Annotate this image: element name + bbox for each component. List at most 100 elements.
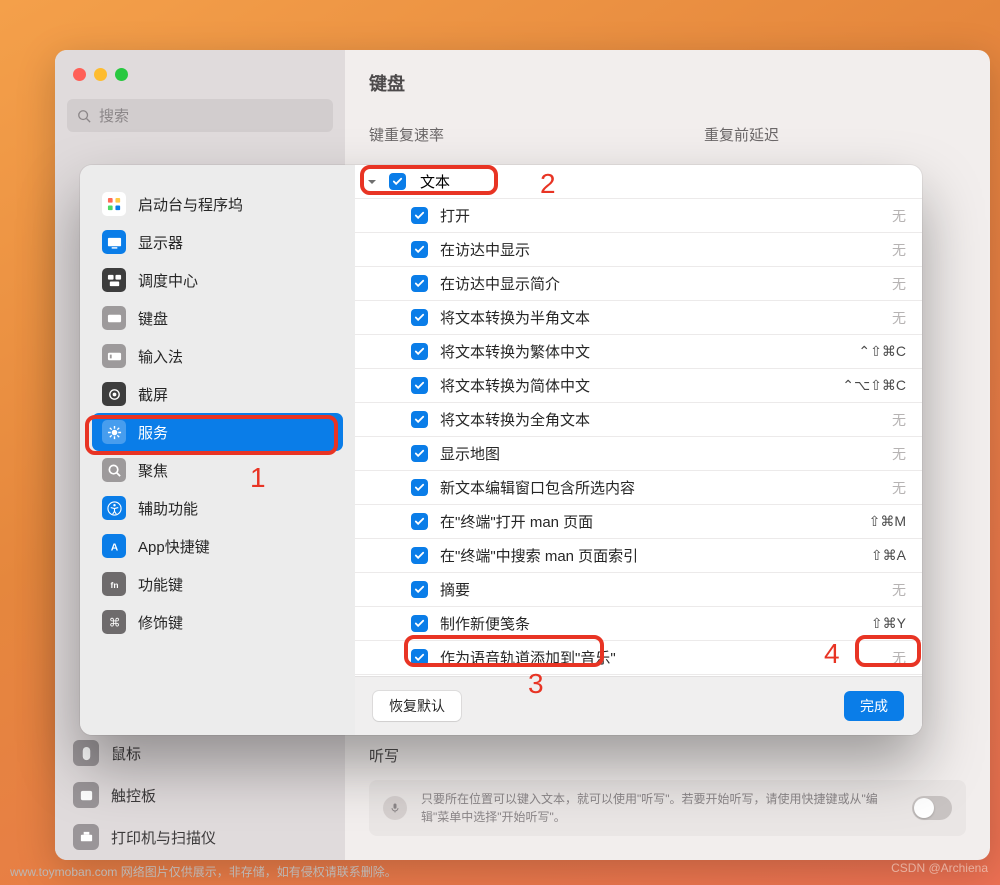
label-delay: 重复前延迟: [704, 124, 779, 145]
service-shortcut[interactable]: 无: [892, 410, 912, 430]
sidebar-item-services[interactable]: 服务: [92, 413, 343, 451]
service-label: 在访达中显示简介: [440, 273, 892, 294]
service-row[interactable]: 在访达中显示无: [355, 233, 922, 267]
service-shortcut[interactable]: ⇧⌘M: [869, 513, 912, 530]
service-checkbox[interactable]: [411, 649, 428, 666]
search-input[interactable]: 搜索: [67, 99, 333, 132]
service-label: 在"终端"打开 man 页面: [440, 511, 869, 532]
service-checkbox[interactable]: [411, 615, 428, 632]
sheet-main: 文本 打开无在访达中显示无在访达中显示简介无将文本转换为半角文本无将文本转换为繁…: [355, 165, 922, 735]
sidebar-item-spotlight[interactable]: 聚焦: [92, 451, 343, 489]
group-text-header[interactable]: 文本: [355, 165, 922, 199]
close-icon[interactable]: [73, 68, 86, 81]
sidebar-item-a11y[interactable]: 辅助功能: [92, 489, 343, 527]
microphone-icon: [383, 796, 407, 820]
a11y-icon: [102, 496, 126, 520]
service-checkbox[interactable]: [411, 241, 428, 258]
modifier-icon: ⌘: [102, 610, 126, 634]
keyboard-icon: [102, 306, 126, 330]
service-shortcut[interactable]: ⌃⇧⌘C: [858, 343, 912, 360]
service-label: 将文本转换为全角文本: [440, 409, 892, 430]
launchpad-icon: [102, 192, 126, 216]
screenshot-icon: [102, 382, 126, 406]
service-row[interactable]: 显示地图无: [355, 437, 922, 471]
service-shortcut[interactable]: ⇧⌘Y: [871, 615, 912, 632]
service-checkbox[interactable]: [411, 411, 428, 428]
service-row[interactable]: 新文本编辑窗口包含所选内容无: [355, 471, 922, 505]
fn-icon: fn: [102, 572, 126, 596]
spotlight-icon: [102, 458, 126, 482]
service-shortcut[interactable]: 无: [892, 580, 912, 600]
service-row[interactable]: 作为语音轨道添加到"音乐"无: [355, 641, 922, 675]
window-controls[interactable]: [73, 68, 333, 81]
service-list[interactable]: 文本 打开无在访达中显示无在访达中显示简介无将文本转换为半角文本无将文本转换为繁…: [355, 165, 922, 676]
service-row[interactable]: 在访达中显示简介无: [355, 267, 922, 301]
sidebar-item-mission[interactable]: 调度中心: [92, 261, 343, 299]
service-checkbox[interactable]: [411, 309, 428, 326]
sidebar-item-label: 修饰键: [138, 612, 183, 633]
sheet-footer: 恢复默认 完成: [355, 676, 922, 735]
sidebar-item-app[interactable]: AApp快捷键: [92, 527, 343, 565]
service-row[interactable]: 在"终端"打开 man 页面⇧⌘M: [355, 505, 922, 539]
input-icon: [102, 344, 126, 368]
chevron-down-icon[interactable]: [365, 175, 379, 189]
service-shortcut[interactable]: 无: [892, 206, 912, 226]
service-checkbox[interactable]: [411, 479, 428, 496]
sidebar-item-display[interactable]: 显示器: [92, 223, 343, 261]
sidebar-item-screenshot[interactable]: 截屏: [92, 375, 343, 413]
service-shortcut[interactable]: 无: [892, 444, 912, 464]
bg-item-printers[interactable]: 打印机与扫描仪: [67, 816, 333, 858]
sidebar-item-keyboard[interactable]: 键盘: [92, 299, 343, 337]
sidebar-item-label: 服务: [138, 422, 168, 443]
service-label: 打开: [440, 205, 892, 226]
sidebar-item-fn[interactable]: fn功能键: [92, 565, 343, 603]
service-checkbox[interactable]: [411, 547, 428, 564]
group-checkbox[interactable]: [389, 173, 406, 190]
done-button[interactable]: 完成: [844, 691, 904, 721]
sidebar-item-input[interactable]: 输入法: [92, 337, 343, 375]
bg-item-trackpad[interactable]: 触控板: [67, 774, 333, 816]
search-icon: [77, 109, 91, 123]
service-row[interactable]: 在"终端"中搜索 man 页面索引⇧⌘A: [355, 539, 922, 573]
service-shortcut[interactable]: 无: [892, 240, 912, 260]
minimize-icon[interactable]: [94, 68, 107, 81]
service-row[interactable]: 摘要无: [355, 573, 922, 607]
page-title: 键盘: [369, 70, 966, 96]
display-icon: [102, 230, 126, 254]
service-row[interactable]: 将文本转换为繁体中文⌃⇧⌘C: [355, 335, 922, 369]
service-checkbox[interactable]: [411, 207, 428, 224]
service-shortcut[interactable]: 无: [892, 478, 912, 498]
dictation-toggle[interactable]: [912, 796, 952, 820]
bg-item-mouse[interactable]: 鼠标: [67, 732, 333, 774]
service-shortcut[interactable]: 无: [892, 274, 912, 294]
zoom-icon[interactable]: [115, 68, 128, 81]
service-row[interactable]: 将文本转换为简体中文⌃⌥⇧⌘C: [355, 369, 922, 403]
sidebar-item-modifier[interactable]: ⌘ 修饰键: [92, 603, 343, 641]
dictation-heading: 听写: [369, 745, 966, 766]
service-checkbox[interactable]: [411, 343, 428, 360]
service-row[interactable]: 将文本转换为半角文本无: [355, 301, 922, 335]
service-row[interactable]: 制作新便笺条⇧⌘Y: [355, 607, 922, 641]
sidebar-item-label: 聚焦: [138, 460, 168, 481]
dictation-row: 只要所在位置可以键入文本，就可以使用"听写"。若要开始听写，请使用快捷键或从"编…: [369, 780, 966, 836]
service-checkbox[interactable]: [411, 445, 428, 462]
service-shortcut[interactable]: 无: [892, 308, 912, 328]
service-label: 作为语音轨道添加到"音乐": [440, 647, 892, 668]
service-shortcut[interactable]: ⌃⌥⇧⌘C: [842, 377, 912, 394]
services-icon: [102, 420, 126, 444]
service-checkbox[interactable]: [411, 377, 428, 394]
restore-defaults-button[interactable]: 恢复默认: [373, 691, 461, 721]
service-shortcut[interactable]: ⇧⌘A: [871, 547, 912, 564]
service-checkbox[interactable]: [411, 581, 428, 598]
service-label: 将文本转换为繁体中文: [440, 341, 858, 362]
service-row[interactable]: 打开无: [355, 199, 922, 233]
sidebar-item-label: 键盘: [138, 308, 168, 329]
service-checkbox[interactable]: [411, 513, 428, 530]
sidebar-item-launchpad[interactable]: 启动台与程序坞: [92, 185, 343, 223]
service-shortcut[interactable]: 无: [892, 648, 912, 668]
service-label: 制作新便笺条: [440, 613, 871, 634]
service-checkbox[interactable]: [411, 275, 428, 292]
service-row[interactable]: 将文本转换为全角文本无: [355, 403, 922, 437]
sidebar-item-label: 输入法: [138, 346, 183, 367]
shortcuts-sheet: 启动台与程序坞显示器调度中心键盘输入法截屏服务聚焦辅助功能AApp快捷键fn功能…: [80, 165, 922, 735]
